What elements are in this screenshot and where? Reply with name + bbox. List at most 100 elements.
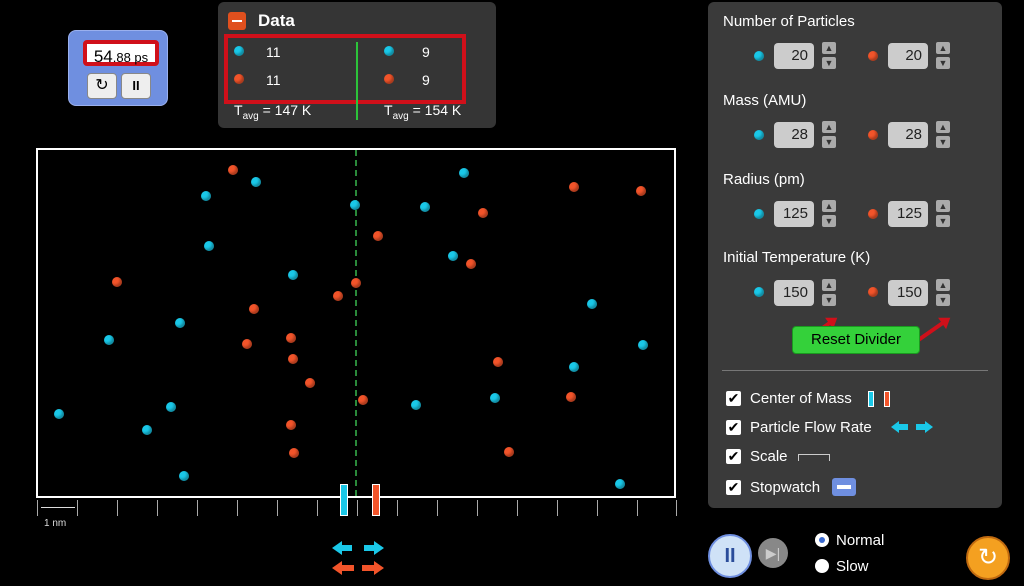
cyan-radius-field[interactable]: 125 — [774, 201, 814, 227]
cyan-particle-icon — [754, 209, 764, 219]
left-orange-count: 11 — [266, 72, 281, 88]
decrement-arrow-icon[interactable]: ▼ — [936, 294, 950, 306]
orange-radius-field[interactable]: 125 — [888, 201, 928, 227]
cyan-particle — [204, 241, 214, 251]
increment-arrow-icon[interactable]: ▲ — [822, 200, 836, 212]
stopwatch-checkbox[interactable]: ✔ — [726, 480, 741, 495]
right-tavg: Tavg = 154 K — [384, 102, 462, 122]
pause-icon: II — [132, 78, 140, 93]
cyan-mass-field[interactable]: 28 — [774, 122, 814, 148]
step-forward-button[interactable]: ▶| — [758, 538, 788, 568]
stopwatch-widget[interactable]: 54.88 ps ↻ II — [68, 30, 168, 106]
cyan-particle — [166, 402, 176, 412]
ruler-icon — [798, 454, 830, 461]
orange-particle — [305, 378, 315, 388]
cyan-particle-icon — [754, 51, 764, 61]
orange-particle — [478, 208, 488, 218]
particle-flow-rate-checkbox[interactable]: ✔ — [726, 420, 741, 435]
num-particles-label: Number of Particles — [723, 13, 855, 30]
cyan-particle — [350, 200, 360, 210]
data-divider-line — [356, 42, 358, 120]
initial-temperature-label: Initial Temperature (K) — [723, 249, 871, 266]
cyan-particle — [54, 409, 64, 419]
particle-flow-rate-label: Particle Flow Rate — [750, 419, 872, 436]
scale-label: Scale — [750, 448, 788, 465]
orange-particle — [286, 420, 296, 430]
speed-normal-radio[interactable] — [815, 533, 829, 547]
stopwatch-time-big: 54 — [93, 47, 113, 66]
collapse-icon[interactable] — [228, 12, 246, 30]
step-forward-icon: ▶| — [765, 545, 781, 561]
orange-particle — [351, 278, 361, 288]
speed-slow-radio[interactable] — [815, 559, 829, 573]
orange-flow-arrow-icon — [332, 561, 384, 575]
scale-label: 1 nm — [44, 518, 67, 529]
orange-particle — [112, 277, 122, 287]
decrement-arrow-icon[interactable]: ▼ — [822, 294, 836, 306]
orange-particle-icon — [868, 51, 878, 61]
cyan-particle — [251, 177, 261, 187]
orange-particle — [373, 231, 383, 241]
controls-panel: Number of Particles 20 ▲ ▼ 20 ▲ ▼ Mass (… — [708, 2, 1002, 508]
orange-com-icon — [884, 391, 890, 407]
orange-particle — [466, 259, 476, 269]
speed-slow-label: Slow — [836, 558, 869, 575]
stopwatch-reset-button[interactable]: ↻ — [87, 73, 117, 99]
orange-particle-icon — [868, 209, 878, 219]
stopwatch-icon — [832, 478, 856, 496]
decrement-arrow-icon[interactable]: ▼ — [822, 57, 836, 69]
stopwatch-pause-button[interactable]: II — [121, 73, 151, 99]
flow-rate-icon — [891, 421, 933, 433]
orange-particle — [358, 395, 368, 405]
cyan-particle — [201, 191, 211, 201]
increment-arrow-icon[interactable]: ▲ — [822, 121, 836, 133]
decrement-arrow-icon[interactable]: ▼ — [936, 136, 950, 148]
cyan-initial-temp-field[interactable]: 150 — [774, 280, 814, 306]
reset-all-icon: ↻ — [977, 544, 999, 571]
increment-arrow-icon[interactable]: ▲ — [822, 279, 836, 291]
orange-particle-icon — [868, 287, 878, 297]
stopwatch-label: Stopwatch — [750, 479, 821, 496]
scale-ruler[interactable] — [37, 500, 677, 516]
reset-divider-button[interactable]: Reset Divider — [792, 326, 920, 354]
scale-arrow — [41, 507, 75, 508]
cyan-particle-icon — [754, 130, 764, 140]
increment-arrow-icon[interactable]: ▲ — [936, 279, 950, 291]
orange-particle — [566, 392, 576, 402]
orange-num-particles-field[interactable]: 20 — [888, 43, 928, 69]
increment-arrow-icon[interactable]: ▲ — [936, 121, 950, 133]
data-panel: Data 11 11 9 9 Tavg = 147 K Tavg = 154 K — [218, 2, 496, 128]
stopwatch-time-small: .88 ps — [112, 50, 149, 65]
increment-arrow-icon[interactable]: ▲ — [936, 42, 950, 54]
scale-checkbox[interactable]: ✔ — [726, 449, 741, 464]
reset-all-button[interactable]: ↻ — [966, 536, 1010, 580]
cyan-particle — [638, 340, 648, 350]
cyan-particle — [587, 299, 597, 309]
divider — [722, 370, 988, 371]
orange-mass-field[interactable]: 28 — [888, 122, 928, 148]
radius-label: Radius (pm) — [723, 171, 805, 188]
cyan-particle — [411, 400, 421, 410]
orange-particle-icon — [868, 130, 878, 140]
decrement-arrow-icon[interactable]: ▼ — [822, 215, 836, 227]
increment-arrow-icon[interactable]: ▲ — [936, 200, 950, 212]
cyan-particle-icon — [384, 46, 394, 56]
decrement-arrow-icon[interactable]: ▼ — [822, 136, 836, 148]
increment-arrow-icon[interactable]: ▲ — [822, 42, 836, 54]
decrement-arrow-icon[interactable]: ▼ — [936, 215, 950, 227]
cyan-num-particles-field[interactable]: 20 — [774, 43, 814, 69]
right-cyan-count: 9 — [422, 44, 430, 60]
decrement-arrow-icon[interactable]: ▼ — [936, 57, 950, 69]
reset-icon: ↻ — [95, 77, 109, 94]
orange-particle-icon — [384, 74, 394, 84]
center-of-mass-checkbox[interactable]: ✔ — [726, 391, 741, 406]
cyan-particle — [179, 471, 189, 481]
cyan-particle-icon — [234, 46, 244, 56]
orange-particle — [289, 448, 299, 458]
data-panel-title: Data — [258, 11, 295, 30]
orange-initial-temp-field[interactable]: 150 — [888, 280, 928, 306]
stopwatch-time-display: 54.88 ps — [83, 40, 159, 66]
left-cyan-count: 11 — [266, 44, 281, 60]
orange-particle — [636, 186, 646, 196]
pause-button[interactable]: II — [708, 534, 752, 578]
